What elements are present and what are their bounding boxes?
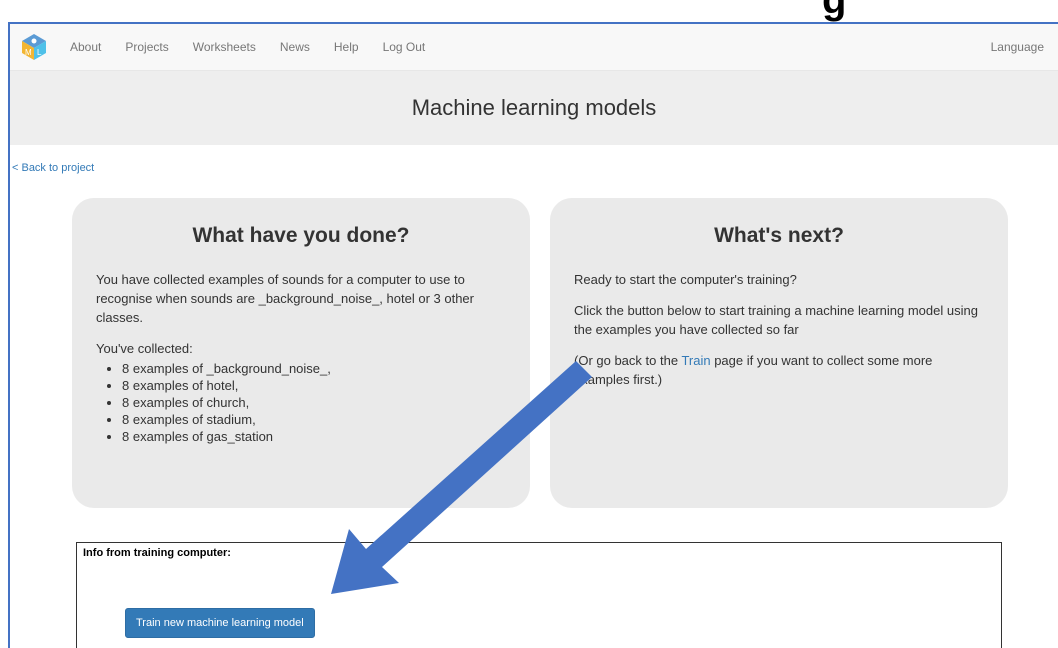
ready-text: Ready to start the computer's training? (574, 272, 797, 287)
svg-text:M: M (25, 48, 32, 57)
language-menu[interactable]: Language (991, 40, 1044, 54)
nav-logout[interactable]: Log Out (383, 40, 426, 54)
list-item: 8 examples of church, (122, 394, 506, 411)
nav-about[interactable]: About (70, 40, 101, 54)
list-item: 8 examples of gas_station (122, 428, 506, 445)
nav-worksheets[interactable]: Worksheets (193, 40, 256, 54)
what-have-you-done-panel: What have you done? You have collected e… (72, 198, 530, 508)
alternative-text: (Or go back to the Train page if you wan… (574, 351, 984, 389)
collected-label: You've collected: (96, 341, 193, 356)
app-window: M L About Projects Worksheets News Help … (8, 22, 1058, 648)
train-model-button[interactable]: Train new machine learning model (125, 608, 315, 638)
ml4k-logo-icon[interactable]: M L (20, 33, 48, 61)
done-panel-description: You have collected examples of sounds fo… (96, 272, 474, 325)
list-item: 8 examples of stadium, (122, 411, 506, 428)
nav-news[interactable]: News (280, 40, 310, 54)
next-panel-title: What's next? (714, 224, 844, 247)
cropped-heading-fragment: g (822, 0, 847, 22)
list-item: 8 examples of hotel, (122, 377, 506, 394)
train-page-link[interactable]: Train (681, 353, 710, 368)
navbar: M L About Projects Worksheets News Help … (10, 24, 1058, 71)
back-to-project-link[interactable]: < Back to project (12, 162, 94, 174)
page-header: Machine learning models (10, 71, 1058, 145)
nav-help[interactable]: Help (334, 40, 359, 54)
done-panel-title: What have you done? (192, 224, 410, 247)
list-item: 8 examples of _background_noise_, (122, 360, 506, 377)
collected-list: 8 examples of _background_noise_, 8 exam… (96, 360, 506, 445)
alt-prefix: (Or go back to the (574, 353, 682, 368)
whats-next-panel: What's next? Ready to start the computer… (550, 198, 1008, 508)
svg-text:L: L (37, 48, 42, 57)
training-info-box: Info from training computer: Train new m… (76, 542, 1002, 648)
page-title: Machine learning models (411, 95, 657, 120)
nav-projects[interactable]: Projects (125, 40, 168, 54)
info-label: Info from training computer: (83, 547, 231, 559)
instruction-text: Click the button below to start training… (574, 303, 978, 337)
